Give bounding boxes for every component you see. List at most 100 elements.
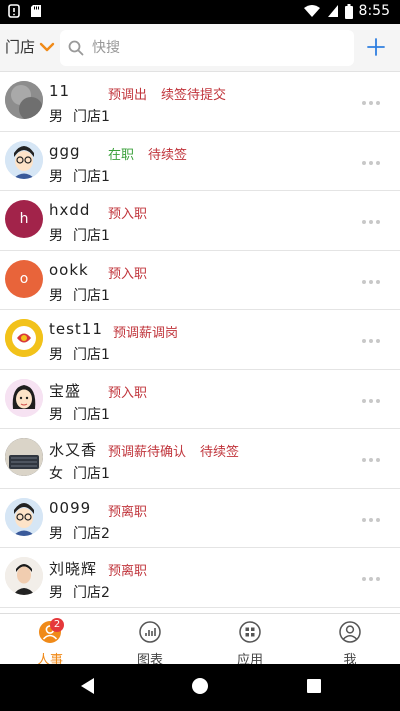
status-tags: 预调出 续签待提交 — [108, 84, 226, 103]
store-text: 门店1 — [73, 168, 110, 185]
avatar — [5, 497, 43, 536]
status-badge: 预入职 — [108, 207, 148, 222]
employee-meta: 男门店1 — [49, 404, 110, 424]
system-nav-bar — [0, 664, 400, 711]
gender-text: 男 — [49, 525, 63, 542]
store-filter-dropdown[interactable]: 门店 — [5, 36, 55, 57]
more-options-icon[interactable] — [362, 395, 380, 407]
bottom-tab-bar: 2 人事 图表 应用 我 — [0, 613, 400, 668]
gender-text: 男 — [49, 287, 63, 304]
employee-row[interactable]: h hxdd 预入职男门店1 — [0, 191, 400, 251]
back-icon[interactable] — [78, 676, 96, 696]
employee-meta: 男门店1 — [49, 106, 110, 126]
employee-name: 11 — [49, 82, 71, 100]
apps-icon — [239, 621, 261, 643]
gender-text: 男 — [49, 347, 63, 363]
status-badge: 待续签 — [148, 147, 188, 163]
more-options-icon[interactable] — [362, 454, 380, 466]
status-badge: 预调出 — [108, 88, 148, 103]
store-text: 门店2 — [73, 585, 110, 601]
employee-row[interactable]: test11 预调薪调岗男门店1 — [0, 310, 400, 370]
store-text: 门店1 — [73, 466, 110, 482]
gender-text: 男 — [49, 585, 63, 601]
store-filter-label: 门店 — [5, 38, 36, 56]
status-badge: 待续签 — [200, 445, 240, 460]
search-bar[interactable] — [60, 30, 354, 66]
employee-meta: 男门店1 — [49, 166, 110, 186]
status-tags: 在职 待续签 — [108, 144, 187, 163]
employee-meta: 男门店1 — [49, 225, 110, 245]
avatar — [5, 557, 43, 595]
status-badge: 续签待提交 — [161, 88, 227, 103]
employee-name: 宝盛 — [49, 381, 82, 400]
employee-row[interactable]: 水又香 预调薪待确认 待续签女门店1 — [0, 429, 400, 489]
employee-name: ggg — [49, 141, 81, 160]
battery-icon — [344, 3, 353, 19]
employee-name: ookk — [49, 260, 89, 279]
more-options-icon[interactable] — [362, 276, 380, 288]
status-bar: 8:55 — [0, 0, 400, 24]
more-options-icon[interactable] — [362, 97, 380, 109]
profile-icon — [339, 621, 361, 643]
gender-text: 男 — [49, 406, 63, 423]
employee-name: test11 — [49, 320, 103, 338]
status-tags: 预调薪调岗 — [113, 322, 178, 341]
avatar: o — [5, 259, 43, 298]
tab-apps[interactable]: 应用 — [200, 614, 300, 668]
gender-text: 男 — [49, 168, 63, 185]
avatar — [5, 140, 43, 179]
more-options-icon[interactable] — [362, 216, 380, 228]
more-options-icon[interactable] — [362, 157, 380, 169]
status-tags: 预离职 — [108, 501, 147, 520]
avatar — [5, 378, 43, 417]
chart-icon — [139, 621, 161, 643]
employee-row[interactable]: 11 预调出 续签待提交男门店1 — [0, 72, 400, 132]
employee-list: 11 预调出 续签待提交男门店1 ggg 在职 待续签男门店1 h hxdd 预入职男门店1 o o… — [0, 72, 400, 613]
status-tags: 预离职 — [108, 560, 147, 579]
avatar — [5, 438, 43, 476]
more-options-icon[interactable] — [362, 514, 380, 526]
employee-name: 水又香 — [49, 441, 98, 459]
status-badge: 在职 — [108, 147, 135, 163]
status-tags: 预调薪待确认 待续签 — [108, 441, 239, 460]
employee-row[interactable]: 宝盛 预入职男门店1 — [0, 369, 400, 429]
employee-row[interactable]: ggg 在职 待续签男门店1 — [0, 131, 400, 191]
avatar: h — [5, 200, 43, 238]
employee-meta: 男门店2 — [49, 523, 110, 543]
status-tags: 预入职 — [108, 203, 147, 222]
employee-meta: 男门店1 — [49, 344, 110, 364]
sd-card-icon — [31, 5, 41, 17]
status-badge: 预入职 — [108, 385, 148, 401]
status-badge: 预入职 — [108, 266, 148, 282]
search-input[interactable] — [90, 39, 334, 57]
notification-icon — [8, 4, 20, 18]
tab-charts[interactable]: 图表 — [100, 614, 200, 668]
employee-meta: 女门店1 — [49, 463, 110, 483]
more-options-icon[interactable] — [362, 573, 380, 585]
store-text: 门店1 — [73, 287, 110, 304]
recents-icon[interactable] — [305, 676, 323, 696]
top-bar: 门店 — [0, 24, 400, 72]
more-options-icon[interactable] — [362, 335, 380, 347]
notification-badge: 2 — [50, 618, 64, 632]
tab-me[interactable]: 我 — [300, 614, 400, 668]
clock-text: 8:55 — [358, 3, 390, 19]
status-tags: 预入职 — [108, 263, 147, 282]
status-badge: 预离职 — [108, 564, 148, 579]
employee-row[interactable]: o ookk 预入职男门店1 — [0, 250, 400, 310]
store-text: 门店1 — [73, 228, 110, 244]
status-badge: 预调薪待确认 — [108, 445, 187, 460]
employee-name: 0099 — [49, 498, 92, 517]
tab-personnel[interactable]: 2 人事 — [0, 614, 100, 668]
avatar-initial: h — [19, 211, 29, 227]
status-badge: 预离职 — [108, 504, 148, 520]
avatar — [5, 319, 43, 357]
employee-row[interactable]: 0099 预离职男门店2 — [0, 488, 400, 548]
add-button[interactable] — [364, 35, 388, 59]
wifi-icon — [303, 5, 320, 17]
home-icon[interactable] — [191, 676, 209, 696]
status-tags: 预入职 — [108, 382, 147, 401]
employee-row[interactable]: 刘晓辉 预离职男门店2 — [0, 548, 400, 608]
signal-icon — [327, 5, 338, 17]
avatar — [5, 81, 43, 119]
